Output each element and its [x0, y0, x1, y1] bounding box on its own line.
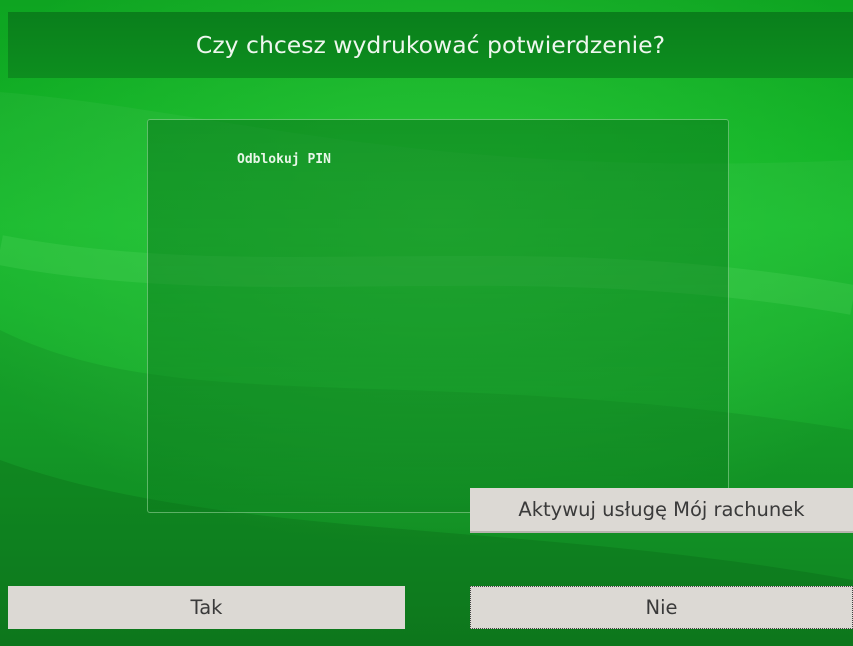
activate-my-account-button[interactable]: Aktywuj usługę Mój rachunek	[470, 488, 853, 533]
title-bar: Czy chcesz wydrukować potwierdzenie?	[8, 12, 853, 78]
receipt-preview-panel: Odblokuj PIN	[147, 119, 729, 513]
receipt-text: Odblokuj PIN	[237, 152, 331, 167]
no-button-label: Nie	[645, 596, 678, 619]
activate-my-account-label: Aktywuj usługę Mój rachunek	[518, 498, 805, 521]
atm-screen: Czy chcesz wydrukować potwierdzenie? Odb…	[0, 0, 853, 646]
page-title: Czy chcesz wydrukować potwierdzenie?	[195, 31, 666, 59]
yes-button-label: Tak	[190, 596, 223, 619]
no-button[interactable]: Nie	[470, 586, 853, 629]
yes-button[interactable]: Tak	[8, 586, 405, 629]
